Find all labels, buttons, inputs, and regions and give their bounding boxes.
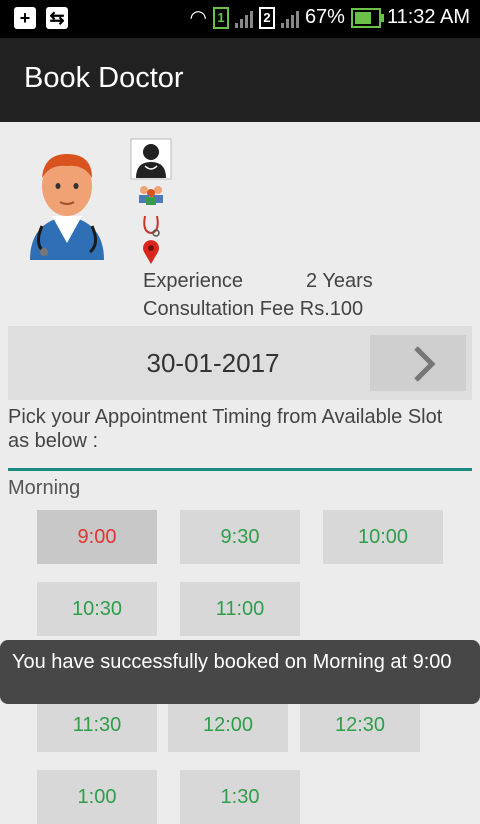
experience-row: Experience 2 Years: [143, 270, 373, 298]
date-selector: 30-01-2017: [8, 326, 472, 400]
doctor-avatar-icon: [22, 148, 112, 260]
doctor-icon: [130, 138, 172, 180]
wifi-icon: ◠: [189, 7, 207, 29]
instruction-text: Pick your Appointment Timing from Availa…: [8, 406, 443, 452]
next-date-button[interactable]: [370, 335, 466, 391]
battery-icon: [350, 7, 384, 28]
slot-button[interactable]: 10:30: [37, 582, 157, 636]
signal1-icon: [234, 8, 253, 28]
fee-value: Rs.100: [299, 298, 364, 320]
sim1-icon: 1: [212, 6, 229, 29]
slot-button[interactable]: 12:30: [300, 698, 420, 752]
experience-label: Experience: [143, 270, 244, 292]
status-bar: + ⇆ ◠ 1 2 67% 11:32 AM: [0, 0, 480, 38]
slot-button[interactable]: 12:00: [168, 698, 288, 752]
stethoscope-icon: [143, 215, 160, 237]
slot-button[interactable]: 11:00: [180, 582, 300, 636]
group-icon: [139, 186, 163, 205]
slot-button[interactable]: 9:30: [180, 510, 300, 564]
signal2-icon: [280, 8, 299, 28]
doctor-info: Experience 2 Years Consultation Fee Rs.1…: [143, 270, 373, 326]
usb-icon: ⇆: [46, 7, 68, 29]
slot-button[interactable]: 1:00: [37, 770, 157, 824]
chevron-right-icon: [414, 346, 436, 382]
slot-button[interactable]: 1:30: [180, 770, 300, 824]
divider: [8, 468, 472, 471]
section-label: Morning: [8, 477, 81, 499]
fee-label: Consultation Fee: [143, 298, 295, 320]
app-bar: Book Doctor: [0, 38, 480, 122]
battery-percent: 67%: [304, 6, 345, 28]
experience-value: 2 Years: [306, 270, 373, 292]
toast-message: You have successfully booked on Morning …: [0, 640, 480, 704]
selected-date: 30-01-2017: [146, 348, 280, 378]
sim2-icon: 2: [258, 6, 275, 29]
slot-button[interactable]: 10:00: [323, 510, 443, 564]
clock: 11:32 AM: [386, 6, 470, 28]
slot-button[interactable]: 9:00: [37, 510, 157, 564]
doctor-icon-column: [130, 138, 172, 273]
location-pin-icon: [143, 240, 159, 264]
fee-row: Consultation Fee Rs.100: [143, 298, 363, 326]
page-title: Book Doctor: [24, 62, 184, 94]
slot-button[interactable]: 11:30: [37, 698, 157, 752]
plus-notification-icon: +: [14, 7, 36, 29]
